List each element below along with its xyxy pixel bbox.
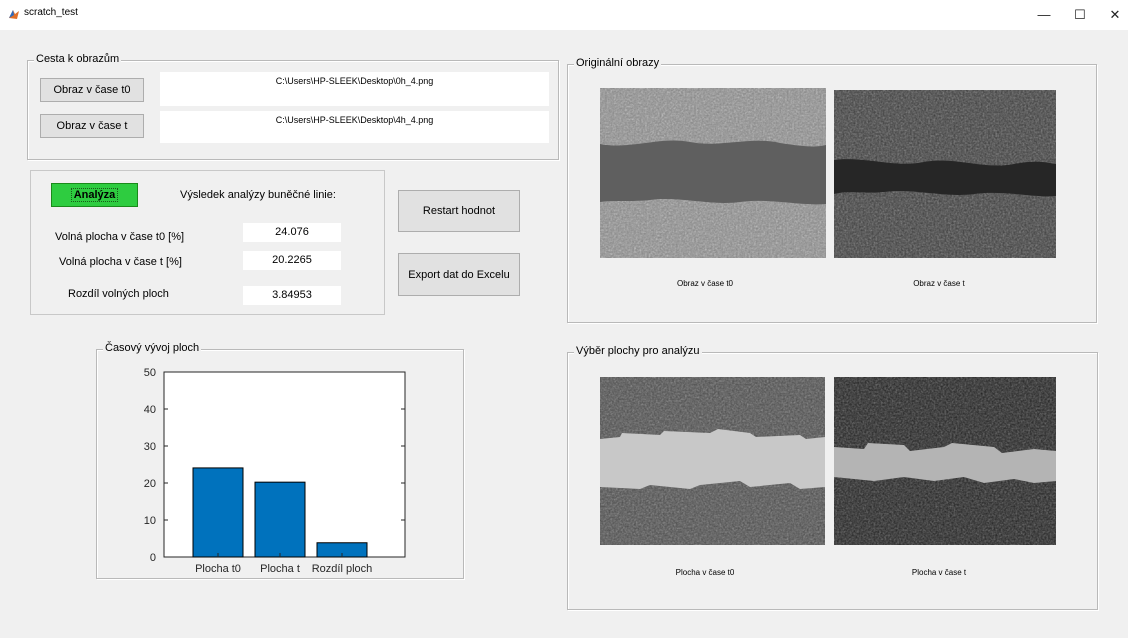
image-paths-panel-title: Cesta k obrazům	[34, 53, 122, 65]
bar	[192, 467, 244, 558]
title-bar: scratch_test — ☐ ✕	[0, 0, 1128, 30]
free-area-t0-label: Volná plocha v čase t0 [%]	[55, 231, 185, 243]
x-tick-label: Plocha t0	[195, 563, 241, 575]
y-tick-label: 0	[150, 552, 156, 564]
close-button[interactable]: ✕	[1097, 0, 1128, 30]
minimize-button[interactable]: —	[1026, 0, 1062, 30]
free-area-t0-value: 24.076	[243, 223, 341, 242]
analyze-button[interactable]: Analýza	[51, 183, 138, 207]
chart-panel-title: Časový vývoj ploch	[103, 342, 202, 354]
analyze-button-label: Analýza	[70, 188, 119, 202]
matlab-app-icon	[8, 8, 20, 20]
area-bar-chart: 0 10 20 30 40 50 Plocha t0 Plocha t Rozdíl ploch	[144, 367, 406, 575]
path-t-field: C:\Users\HP-SLEEK\Desktop\4h_4.png	[160, 111, 549, 143]
free-area-t-value: 20.2265	[243, 251, 341, 270]
y-tick-label: 50	[144, 367, 156, 379]
x-tick-label: Rozdíl ploch	[312, 563, 373, 575]
restart-values-button[interactable]: Restart hodnot	[398, 190, 520, 232]
selected-area-t0	[600, 377, 825, 545]
free-area-t-label: Volná plocha v čase t [%]	[59, 256, 182, 268]
window-title: scratch_test	[24, 7, 78, 18]
y-tick-label: 40	[144, 404, 156, 416]
original-t0-caption: Obraz v čase t0	[676, 279, 734, 288]
original-image-t0	[600, 88, 826, 258]
load-image-t0-button[interactable]: Obraz v čase t0	[40, 78, 144, 102]
path-t0-field: C:\Users\HP-SLEEK\Desktop\0h_4.png	[160, 72, 549, 106]
y-tick-label: 10	[144, 515, 156, 527]
original-t-caption: Obraz v čase t	[913, 279, 965, 288]
maximize-button[interactable]: ☐	[1062, 0, 1098, 30]
x-tick-label: Plocha t	[260, 563, 300, 575]
bar	[254, 481, 306, 558]
original-image-t	[834, 90, 1056, 258]
y-tick-label: 30	[144, 441, 156, 453]
area-difference-value: 3.84953	[243, 286, 341, 305]
selected-t0-caption: Plocha v čase t0	[675, 568, 735, 577]
selected-area-t	[834, 377, 1056, 545]
selected-t-caption: Plocha v čase t	[911, 568, 967, 577]
load-image-t-button[interactable]: Obraz v čase t	[40, 114, 144, 138]
area-selection-panel-title: Výběr plochy pro analýzu	[574, 345, 702, 357]
original-images-panel-title: Originální obrazy	[574, 57, 662, 69]
y-tick-label: 20	[144, 478, 156, 490]
export-excel-button[interactable]: Export dat do Excelu	[398, 253, 520, 296]
result-heading: Výsledek analýzy buněčné linie:	[180, 189, 336, 201]
area-difference-label: Rozdíl volných ploch	[68, 288, 169, 300]
